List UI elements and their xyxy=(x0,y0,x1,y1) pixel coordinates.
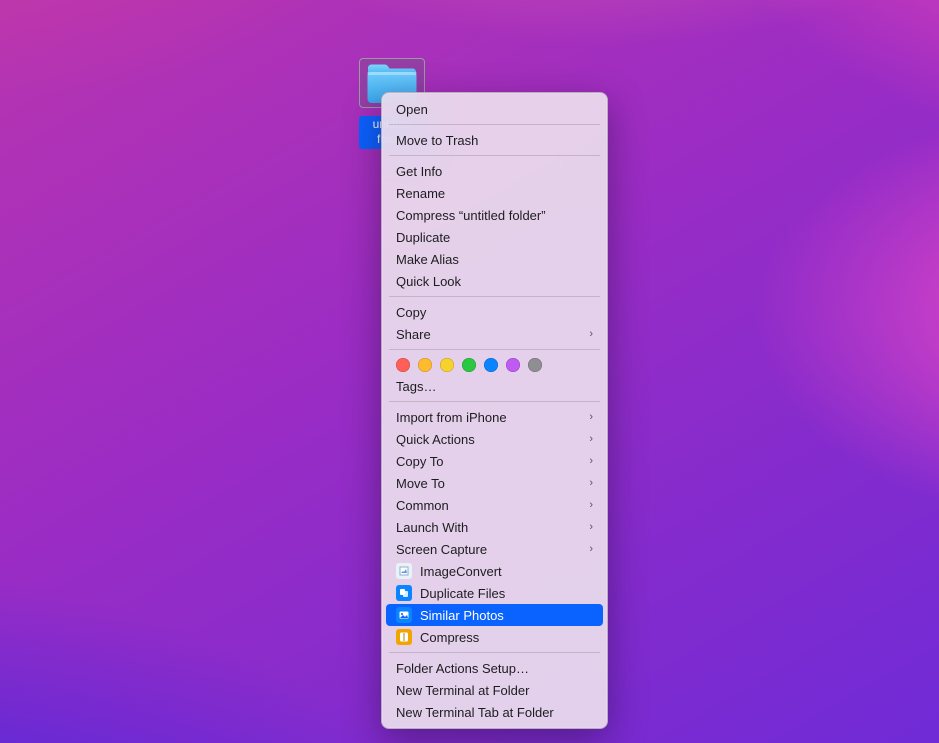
tag-green[interactable] xyxy=(462,358,476,372)
menu-tags[interactable]: Tags… xyxy=(382,375,607,397)
menu-move-to-trash[interactable]: Move to Trash xyxy=(382,129,607,151)
menu-similar-photos[interactable]: Similar Photos xyxy=(386,604,603,626)
menu-copy-to[interactable]: Copy To› xyxy=(382,450,607,472)
chevron-right-icon: › xyxy=(589,499,593,511)
menu-compress-folder[interactable]: Compress “untitled folder” xyxy=(382,204,607,226)
chevron-right-icon: › xyxy=(589,521,593,533)
tag-yellow[interactable] xyxy=(440,358,454,372)
menu-import-from-iphone[interactable]: Import from iPhone› xyxy=(382,406,607,428)
imageconvert-icon xyxy=(396,563,412,579)
chevron-right-icon: › xyxy=(589,543,593,555)
menu-common[interactable]: Common› xyxy=(382,494,607,516)
menu-new-terminal-tab-at-folder[interactable]: New Terminal Tab at Folder xyxy=(382,701,607,723)
menu-separator xyxy=(389,401,600,402)
menu-open[interactable]: Open xyxy=(382,98,607,120)
tag-color-row xyxy=(382,354,607,375)
context-menu: Open Move to Trash Get Info Rename Compr… xyxy=(381,92,608,729)
tag-blue[interactable] xyxy=(484,358,498,372)
chevron-right-icon: › xyxy=(589,411,593,423)
menu-separator xyxy=(389,155,600,156)
menu-screen-capture[interactable]: Screen Capture› xyxy=(382,538,607,560)
menu-move-to[interactable]: Move To› xyxy=(382,472,607,494)
menu-separator xyxy=(389,652,600,653)
menu-make-alias[interactable]: Make Alias xyxy=(382,248,607,270)
duplicate-files-icon xyxy=(396,585,412,601)
menu-quick-look[interactable]: Quick Look xyxy=(382,270,607,292)
tag-red[interactable] xyxy=(396,358,410,372)
menu-separator xyxy=(389,349,600,350)
menu-imageconvert[interactable]: ImageConvert xyxy=(382,560,607,582)
menu-separator xyxy=(389,296,600,297)
menu-share[interactable]: Share› xyxy=(382,323,607,345)
similar-photos-icon xyxy=(396,607,412,623)
menu-new-terminal-at-folder[interactable]: New Terminal at Folder xyxy=(382,679,607,701)
menu-separator xyxy=(389,124,600,125)
menu-quick-actions[interactable]: Quick Actions› xyxy=(382,428,607,450)
menu-rename[interactable]: Rename xyxy=(382,182,607,204)
chevron-right-icon: › xyxy=(589,455,593,467)
menu-folder-actions-setup[interactable]: Folder Actions Setup… xyxy=(382,657,607,679)
menu-copy[interactable]: Copy xyxy=(382,301,607,323)
menu-get-info[interactable]: Get Info xyxy=(382,160,607,182)
chevron-right-icon: › xyxy=(589,433,593,445)
chevron-right-icon: › xyxy=(589,477,593,489)
tag-orange[interactable] xyxy=(418,358,432,372)
compress-icon xyxy=(396,629,412,645)
menu-duplicate-files[interactable]: Duplicate Files xyxy=(382,582,607,604)
menu-launch-with[interactable]: Launch With› xyxy=(382,516,607,538)
menu-compress-app[interactable]: Compress xyxy=(382,626,607,648)
tag-gray[interactable] xyxy=(528,358,542,372)
chevron-right-icon: › xyxy=(589,328,593,340)
menu-duplicate[interactable]: Duplicate xyxy=(382,226,607,248)
tag-purple[interactable] xyxy=(506,358,520,372)
